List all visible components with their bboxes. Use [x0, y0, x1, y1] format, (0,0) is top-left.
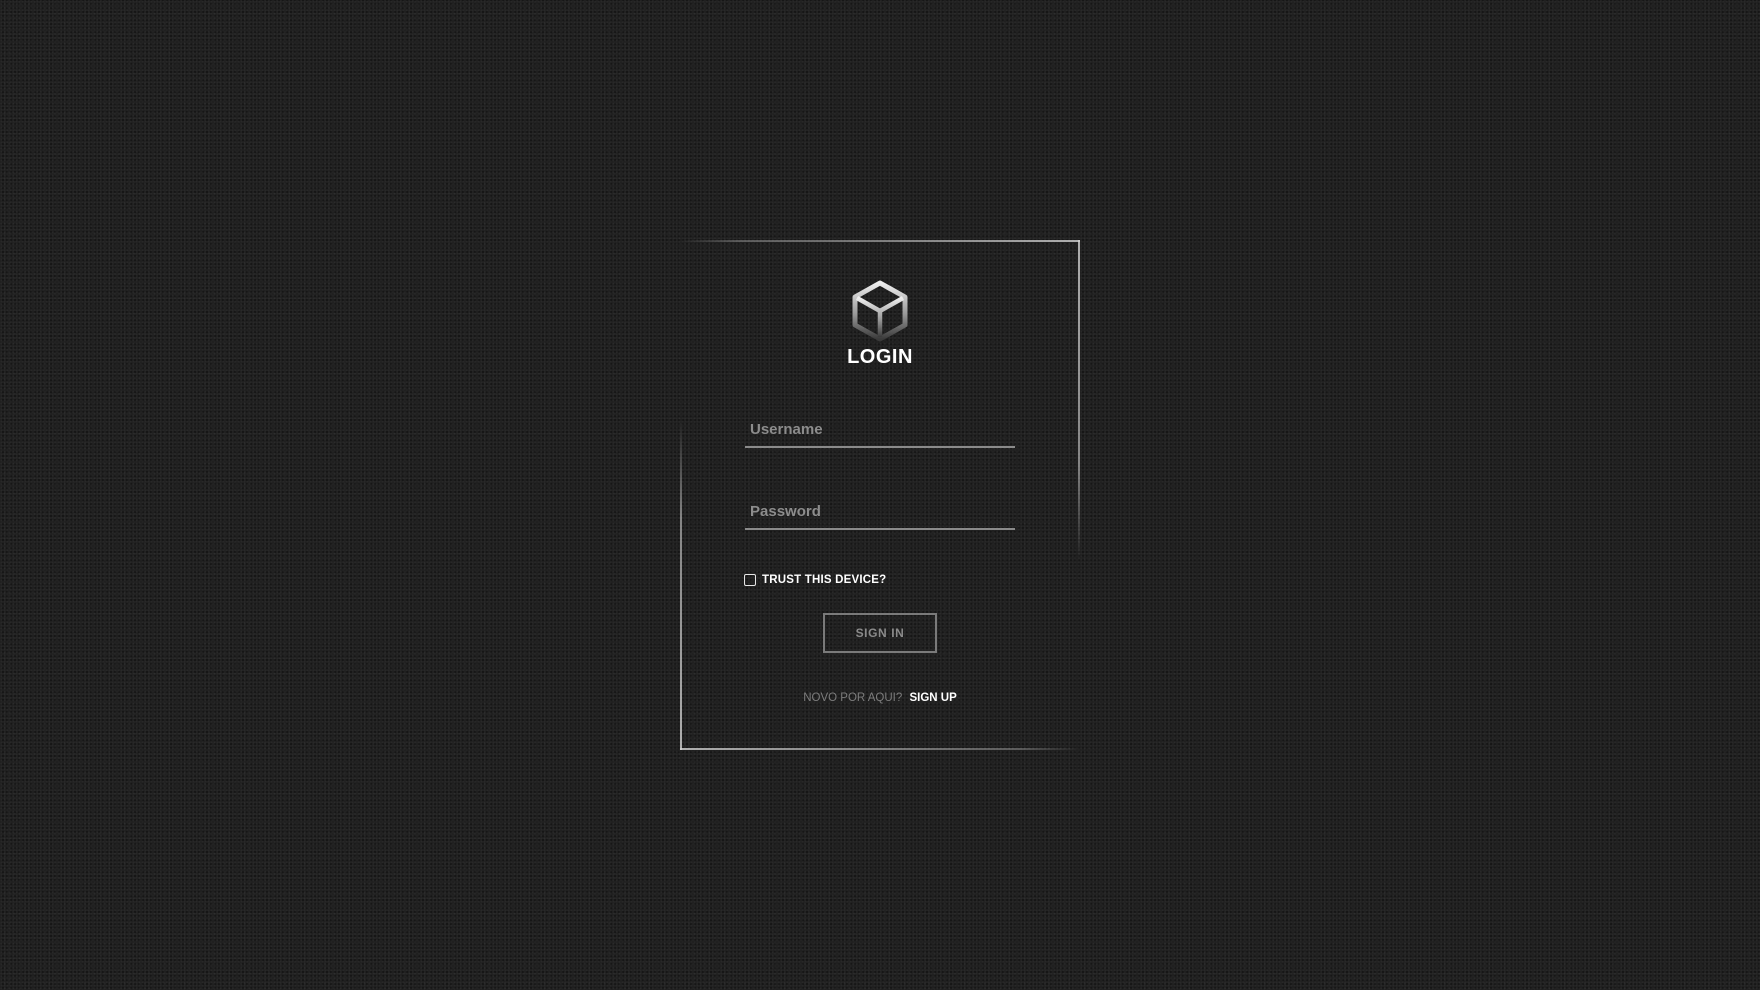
- password-field[interactable]: [745, 494, 1015, 530]
- sign-in-button[interactable]: SIGN IN: [823, 613, 937, 653]
- signup-row: NOVO POR AQUI? SIGN UP: [680, 692, 1080, 704]
- trust-device-label[interactable]: TRUST THIS DEVICE?: [762, 574, 886, 586]
- card-border-right: [1078, 240, 1080, 560]
- page-title: LOGIN: [847, 346, 913, 368]
- trust-device-option[interactable]: TRUST THIS DEVICE?: [744, 572, 886, 588]
- card-border-bottom: [680, 748, 1080, 750]
- cube-icon: [851, 280, 909, 342]
- signup-prompt: NOVO POR AQUI?: [803, 692, 903, 704]
- username-field[interactable]: [745, 412, 1015, 448]
- card-border-top: [680, 240, 1080, 242]
- trust-device-checkbox[interactable]: [744, 574, 756, 586]
- password-input[interactable]: [745, 494, 1015, 528]
- username-input[interactable]: [745, 412, 1015, 446]
- login-card: LOGIN TRUST THIS DEVICE? SIGN IN NOVO PO…: [680, 240, 1080, 750]
- sign-up-link[interactable]: SIGN UP: [909, 692, 956, 704]
